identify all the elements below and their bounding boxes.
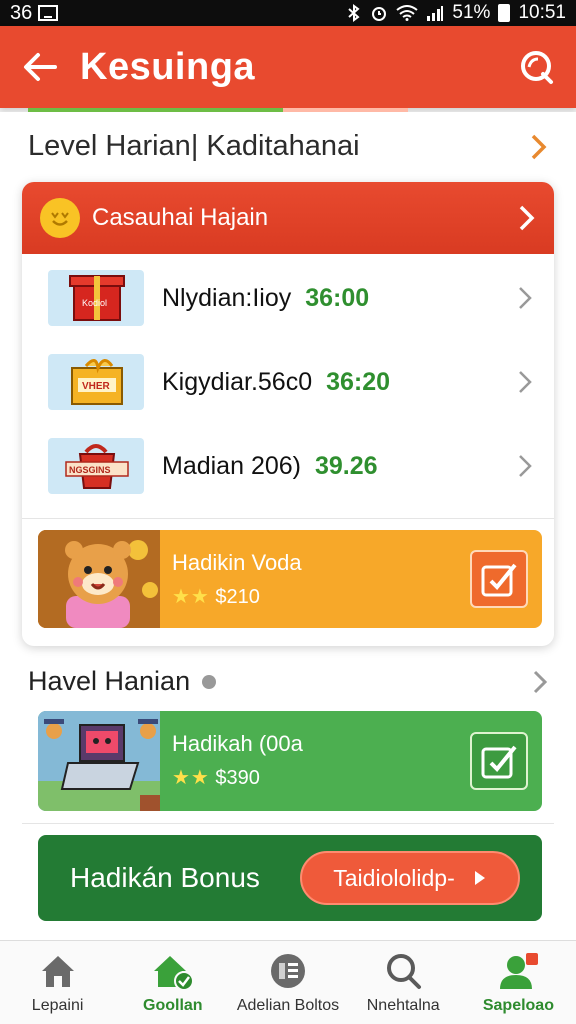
- gift-box-thumbnail: VHER: [48, 354, 144, 410]
- nav-label: Goollan: [143, 997, 203, 1014]
- reward-row[interactable]: NGSGINS Madian 206) 39.26: [22, 424, 554, 508]
- promo-price: $210: [215, 586, 260, 608]
- promo-banner-orange[interactable]: Hadikin Voda ★★ $210: [38, 530, 542, 628]
- reward-amount: 36:20: [326, 367, 391, 396]
- nav-item-goals[interactable]: Goollan: [115, 941, 230, 1024]
- daily-card-header-label: Casauhai Hajain: [92, 204, 269, 231]
- divider: [22, 518, 554, 519]
- nav-label: Adelian Boltos: [236, 997, 340, 1014]
- chevron-right-icon: [531, 134, 547, 159]
- reward-amount: 39.26: [314, 451, 378, 480]
- bluetooth-icon: [348, 4, 361, 22]
- nav-item-search[interactable]: Nnehtalna: [346, 941, 461, 1024]
- info-dot-icon: [202, 674, 217, 689]
- battery-icon: [498, 4, 511, 22]
- alarm-icon: [372, 7, 387, 21]
- svg-text:Kodiol: Kodiol: [82, 298, 107, 308]
- svg-text:VHER: VHER: [82, 381, 111, 392]
- wifi-icon: [396, 5, 419, 21]
- svg-text:NGSGINS: NGSGINS: [69, 465, 111, 475]
- nav-label: Nnehtalna: [366, 997, 440, 1014]
- edit-check-icon: [481, 745, 517, 779]
- promo-action-button[interactable]: [470, 550, 528, 608]
- profile-icon: [500, 953, 539, 989]
- status-time: 10:51: [518, 2, 566, 23]
- bonus-label: Hadikán Bonus: [70, 862, 260, 893]
- chevron-right-icon: [519, 287, 532, 309]
- home-check-icon: [153, 956, 194, 991]
- bonus-banner: Hadikán Bonus Taidiololidp-: [38, 835, 542, 921]
- rating-stars: ★★: [172, 586, 210, 608]
- bonus-button-label: Taidiololidp-: [333, 864, 455, 891]
- promo-banner-green[interactable]: Hadikah (00a ★★ $390: [38, 711, 542, 811]
- daily-card-header[interactable]: Casauhai Hajain: [22, 182, 554, 254]
- chevron-right-icon: [519, 455, 532, 477]
- status-bar: 36 51% 10:51: [0, 0, 576, 26]
- rating-stars: ★★: [172, 767, 210, 789]
- search-icon: [387, 954, 422, 989]
- page-title: Kesuinga: [80, 45, 256, 88]
- computer-illustration: [38, 711, 160, 811]
- search-button[interactable]: [496, 26, 576, 108]
- daily-card: Casauhai Hajain Kodiol Nlydian:Iioy 36:0…: [22, 182, 554, 646]
- bottom-navigation: Lepaini Goollan Adelian Boltos Nnehtalna…: [0, 940, 576, 1024]
- reward-name: Nlydian:Iioy: [162, 283, 292, 312]
- app-bar: Kesuinga: [0, 26, 576, 108]
- divider: [22, 823, 554, 824]
- gift-box-thumbnail: Kodiol: [48, 270, 144, 326]
- bonus-claim-button[interactable]: Taidiololidp-: [300, 851, 520, 905]
- gift-box-thumbnail: NGSGINS: [48, 438, 144, 494]
- section-level-title-2: Havel Hanian: [28, 666, 191, 696]
- nav-label: Sapeloao: [482, 997, 554, 1014]
- section-level-title: Level Harian| Kaditahanai: [28, 130, 360, 162]
- reward-row[interactable]: VHER Kigydiar.56c0 36:20: [22, 340, 554, 424]
- status-left-text: 36: [10, 1, 33, 24]
- section-level-header-2[interactable]: Havel Hanian: [28, 666, 548, 697]
- chevron-right-icon: [519, 371, 532, 393]
- bear-illustration: [38, 530, 160, 628]
- nav-item-home[interactable]: Lepaini: [0, 941, 115, 1024]
- battery-text: 51%: [452, 2, 491, 23]
- reward-amount: 36:00: [305, 283, 370, 312]
- nav-label: Lepaini: [31, 997, 84, 1014]
- signal-icon: [427, 6, 444, 21]
- search-icon: [521, 51, 553, 84]
- promo-action-button[interactable]: [470, 732, 528, 790]
- nav-item-list[interactable]: Adelian Boltos: [230, 941, 345, 1024]
- back-arrow-icon: [24, 53, 57, 81]
- play-arrow-icon: [474, 871, 485, 885]
- reward-name: Madian 206): [162, 451, 301, 480]
- nav-item-profile[interactable]: Sapeloao: [461, 941, 576, 1024]
- back-button[interactable]: [0, 26, 80, 108]
- chevron-right-icon: [519, 205, 535, 231]
- notification-icon: [38, 5, 59, 21]
- promo-price: $390: [215, 767, 260, 789]
- edit-check-icon: [481, 563, 517, 597]
- chevron-right-icon: [533, 670, 548, 693]
- list-icon: [271, 954, 305, 988]
- home-icon: [41, 956, 74, 987]
- smile-icon: [40, 198, 80, 238]
- reward-name: Kigydiar.56c0: [162, 367, 313, 396]
- section-level-header[interactable]: Level Harian| Kaditahanai: [28, 130, 548, 163]
- reward-row[interactable]: Kodiol Nlydian:Iioy 36:00: [22, 256, 554, 340]
